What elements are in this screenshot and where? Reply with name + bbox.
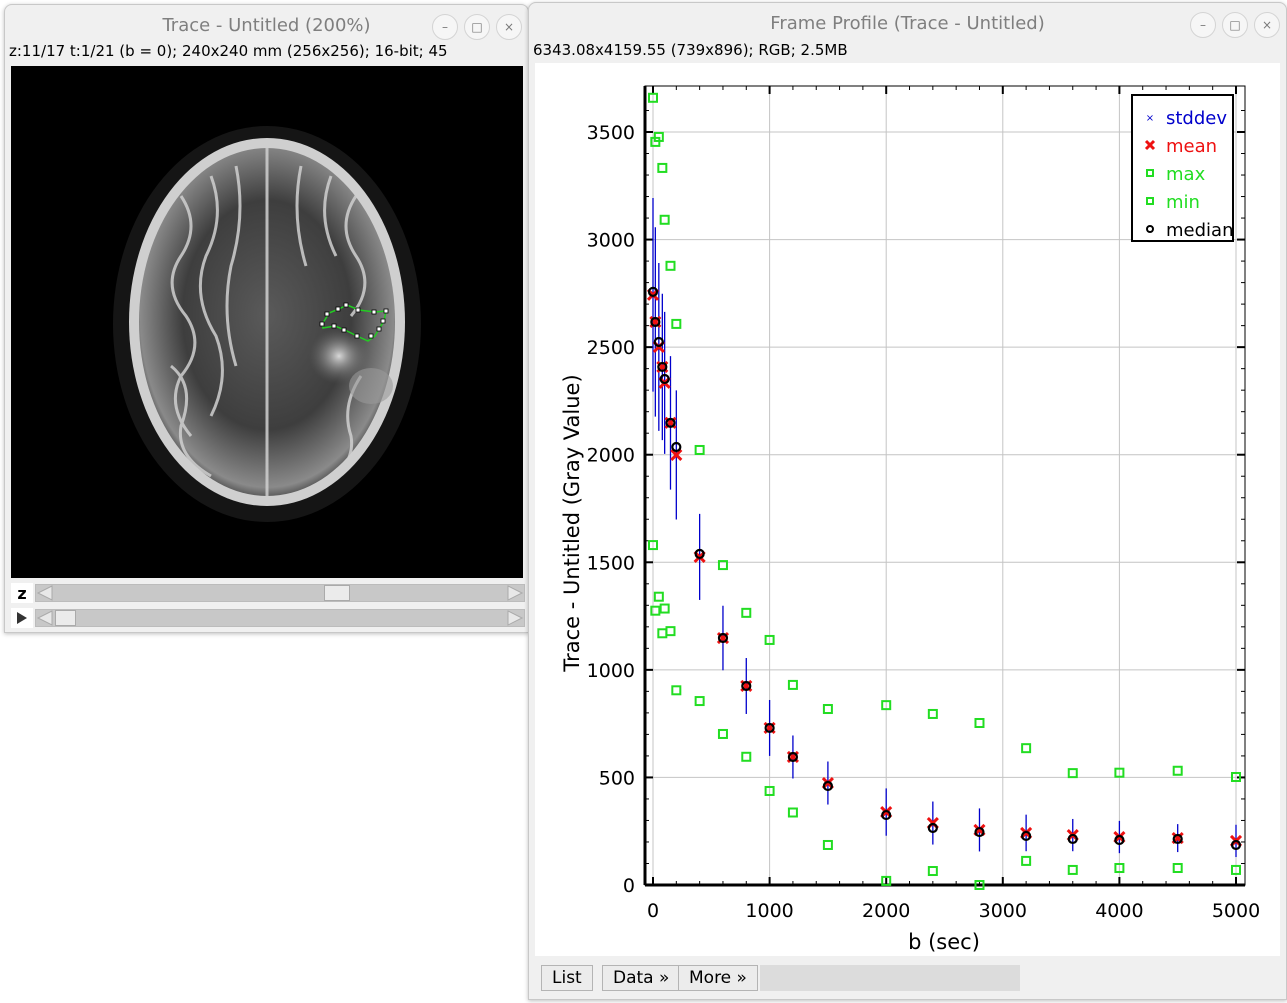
play-button[interactable] (11, 608, 33, 628)
max-marker (927, 708, 938, 719)
t-slider-row (11, 608, 525, 628)
close-icon: × (1261, 18, 1273, 32)
min-marker (653, 591, 664, 602)
z-slider-label: z (11, 583, 33, 603)
trace-window-title: Trace - Untitled (200%) (162, 14, 371, 36)
minimize-button[interactable]: – (432, 14, 458, 40)
image-info-line: z:11/17 t:1/21 (b = 0); 240x240 mm (256x… (9, 42, 448, 60)
minimize-button[interactable]: – (1190, 12, 1216, 38)
x-tick-label: 0 (647, 900, 659, 922)
min-marker (1021, 855, 1032, 866)
legend-max-label: max (1166, 164, 1206, 185)
min-marker (665, 626, 676, 637)
min-marker (822, 839, 833, 850)
y-tick-label: 3500 (587, 122, 635, 144)
list-button[interactable]: List (541, 965, 593, 991)
max-marker (741, 607, 752, 618)
min-marker (717, 728, 728, 739)
play-icon (17, 612, 27, 624)
legend-stddev-symbol: × (1146, 113, 1154, 124)
y-tick-label: 2000 (587, 445, 635, 467)
plot-window-titlebar[interactable]: Frame Profile (Trace - Untitled) (529, 3, 1286, 43)
max-marker (1021, 743, 1032, 754)
legend-stddev-label: stddev (1166, 108, 1227, 129)
minimize-icon: – (1200, 18, 1206, 32)
t-slider-thumb[interactable] (55, 610, 76, 626)
y-tick-label: 1500 (587, 552, 635, 574)
x-axis-label: b (sec) (908, 930, 980, 954)
y-axis-label: Trace - Untitled (Gray Value) (560, 374, 584, 672)
legend: × stddev mean max min median (1131, 94, 1234, 242)
frame-profile-chart: 0 1000 2000 3000 4000 5000 0 500 1000 1500 2000 250… (560, 85, 1260, 954)
close-icon: × (503, 20, 515, 34)
min-marker (694, 696, 705, 707)
min-marker (1172, 863, 1183, 874)
scroll-right-arrow-icon[interactable] (506, 585, 524, 601)
max-marker (1067, 768, 1078, 779)
max-marker (1172, 765, 1183, 776)
minimize-icon: – (442, 20, 448, 34)
maximize-icon: □ (1229, 18, 1241, 32)
more-button[interactable]: More » (678, 965, 758, 991)
close-button[interactable]: × (496, 14, 522, 40)
maximize-icon: □ (471, 20, 483, 34)
trace-window: Trace - Untitled (200%) – □ × z:11/17 t:… (4, 4, 529, 633)
plot-window: Frame Profile (Trace - Untitled) – □ × 6… (528, 2, 1287, 1000)
max-marker (671, 318, 682, 329)
y-tick-label: 2500 (587, 337, 635, 359)
maximize-button[interactable]: □ (1222, 12, 1248, 38)
min-marker (671, 685, 682, 696)
min-marker (927, 866, 938, 877)
min-marker (657, 628, 668, 639)
min-marker (787, 807, 798, 818)
close-button[interactable]: × (1254, 12, 1280, 38)
plot-area[interactable]: 0 1000 2000 3000 4000 5000 0 500 1000 1500 2000 250… (535, 63, 1280, 956)
min-marker (1067, 864, 1078, 875)
z-slider-thumb[interactable] (324, 585, 350, 601)
max-marker (787, 679, 798, 690)
x-tick-label: 5000 (1212, 900, 1260, 922)
maximize-button[interactable]: □ (464, 14, 490, 40)
scroll-left-arrow-icon[interactable] (36, 610, 54, 626)
status-field (760, 965, 1020, 991)
max-marker (822, 704, 833, 715)
max-marker (694, 444, 705, 455)
mri-image-canvas[interactable] (11, 66, 523, 578)
plot-window-title: Frame Profile (Trace - Untitled) (770, 12, 1045, 34)
y-tick-label: 500 (599, 767, 635, 789)
min-marker (741, 751, 752, 762)
t-slider[interactable] (35, 609, 525, 627)
scroll-left-arrow-icon[interactable] (36, 585, 54, 601)
z-slider[interactable] (35, 584, 525, 602)
plot-info-line: 6343.08x4159.55 (739x896); RGB; 2.5MB (533, 41, 848, 59)
x-tick-label: 2000 (862, 900, 910, 922)
brain-image (113, 126, 421, 522)
scroll-right-arrow-icon[interactable] (506, 610, 524, 626)
max-marker (659, 214, 670, 225)
max-marker (665, 260, 676, 271)
z-slider-row: z (11, 583, 525, 603)
x-tick-label: 1000 (745, 900, 793, 922)
edema-region (349, 368, 393, 404)
y-tick-label: 1000 (587, 660, 635, 682)
x-tick-label: 3000 (979, 900, 1027, 922)
legend-min-label: min (1166, 192, 1200, 213)
x-tick-label: 4000 (1095, 900, 1143, 922)
max-marker (974, 717, 985, 728)
y-tick-label: 3000 (587, 230, 635, 252)
legend-median-label: median (1166, 220, 1233, 241)
legend-mean-label: mean (1166, 136, 1217, 157)
min-marker (659, 603, 670, 614)
y-tick-label: 0 (623, 875, 635, 897)
max-marker (657, 162, 668, 173)
data-button[interactable]: Data » (602, 965, 681, 991)
